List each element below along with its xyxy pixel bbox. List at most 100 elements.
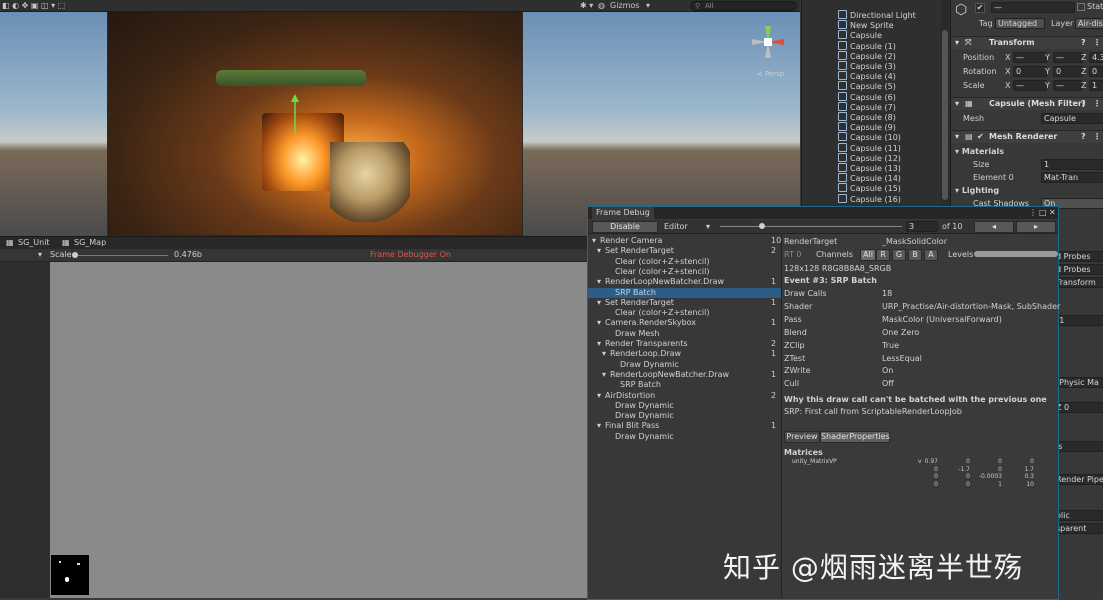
hierarchy-item[interactable]: Capsule (14) bbox=[838, 173, 901, 183]
hierarchy-item[interactable]: New Sprite bbox=[838, 20, 894, 30]
foldout-arrow-icon[interactable]: ▾ bbox=[597, 246, 601, 256]
settings-icon[interactable]: ⋮ bbox=[1093, 98, 1101, 110]
foldout-arrow-icon[interactable]: ▾ bbox=[597, 421, 601, 431]
hierarchy-item[interactable]: Capsule (15) bbox=[838, 183, 901, 193]
scl-x-field[interactable]: — bbox=[1013, 80, 1047, 91]
mesh-field[interactable]: Capsule bbox=[1041, 113, 1103, 124]
hierarchy-item[interactable]: Capsule (11) bbox=[838, 142, 901, 153]
draw-event-row[interactable]: SRP Batch bbox=[588, 287, 781, 298]
prev-frame-button[interactable]: ◂ bbox=[974, 221, 1014, 233]
pos-z-field[interactable]: 4.3 bbox=[1089, 52, 1103, 63]
pos-x-field[interactable]: — bbox=[1013, 52, 1047, 63]
foldout-arrow-icon[interactable]: ▾ bbox=[597, 339, 601, 349]
static-checkbox[interactable] bbox=[1077, 3, 1085, 11]
draw-event-row[interactable]: ▾ AirDistortion bbox=[588, 391, 781, 401]
tag-dropdown[interactable]: Untagged bbox=[995, 18, 1045, 29]
scale-slider-handle[interactable] bbox=[72, 252, 78, 258]
hierarchy-panel[interactable]: Directional Light New Sprite Capsule Capsul… bbox=[801, 0, 950, 207]
settings-icon[interactable]: ⋮ bbox=[1093, 37, 1101, 49]
rot-z-field[interactable]: 0 bbox=[1089, 66, 1103, 77]
shader-properties-tab[interactable]: ShaderProperties bbox=[820, 431, 890, 443]
inspector-field[interactable]: olic bbox=[1053, 510, 1103, 521]
layer-dropdown[interactable]: Air-dist bbox=[1075, 18, 1103, 29]
draw-event-row[interactable]: ▾ Camera.RenderSkybox bbox=[588, 318, 781, 328]
hierarchy-item[interactable]: Capsule (1) bbox=[838, 40, 896, 51]
hierarchy-item[interactable]: Capsule (8) bbox=[838, 112, 896, 122]
levels-slider[interactable] bbox=[974, 251, 1058, 257]
transform-header[interactable]: ▾ ⤧ Transform ? ⋮ bbox=[951, 36, 1103, 49]
tab-sg-unit[interactable]: SG_Unit bbox=[18, 237, 50, 249]
materials-foldout[interactable]: ▾ Materials bbox=[955, 147, 1004, 157]
frame-slider-handle[interactable] bbox=[759, 223, 765, 229]
inspector-field[interactable]: Render Pipel bbox=[1053, 474, 1103, 485]
scale-slider[interactable] bbox=[72, 255, 168, 256]
draw-event-row[interactable]: Clear (color+Z+stencil) bbox=[588, 257, 781, 267]
hierarchy-item[interactable]: Capsule (9) bbox=[838, 122, 896, 132]
hierarchy-item[interactable]: Capsule (4) bbox=[838, 71, 896, 81]
gizmos-dropdown[interactable]: Gizmos bbox=[610, 0, 639, 11]
toolbar-tools-icon[interactable]: ✱ ▾ bbox=[580, 0, 593, 11]
frame-debugger-window[interactable]: Frame Debug ⋮ □ ✕ Disable Editor ▾ 3 of … bbox=[587, 206, 1062, 600]
display-dropdown-chevron-icon[interactable]: ▾ bbox=[38, 249, 42, 261]
rot-y-field[interactable]: 0 bbox=[1053, 66, 1083, 77]
hierarchy-item[interactable]: Capsule (12) bbox=[838, 152, 901, 163]
mesh-renderer-enabled-checkbox[interactable]: ✔ bbox=[977, 131, 984, 143]
draw-event-row[interactable]: ▾ Set RenderTarget bbox=[588, 246, 781, 256]
hierarchy-item[interactable]: Capsule (10) bbox=[838, 132, 901, 142]
hierarchy-item[interactable]: Capsule (13) bbox=[838, 163, 901, 173]
foldout-arrow-icon[interactable]: ▾ bbox=[597, 277, 601, 287]
foldout-arrow-icon[interactable]: ▾ bbox=[597, 391, 601, 401]
channel-button[interactable]: All bbox=[860, 249, 876, 261]
inspector-field[interactable]: d Probes bbox=[1053, 264, 1103, 275]
close-icon[interactable]: ✕ bbox=[1049, 207, 1056, 219]
scene-view[interactable]: < Persp ◧ ◐ ✥ ▣ ◫ ▾ ⬚ ✱ ▾ ◍ Gizmos ▾ ⚲ A… bbox=[0, 0, 800, 236]
foldout-arrow-icon[interactable]: ▾ bbox=[955, 131, 959, 143]
draw-event-row[interactable]: ▾ RenderLoop.Draw bbox=[588, 349, 781, 359]
rot-x-field[interactable]: 0 bbox=[1013, 66, 1047, 77]
frame-slider[interactable] bbox=[720, 226, 902, 227]
hierarchy-scrollbar[interactable] bbox=[941, 0, 949, 207]
gizmos-chevron-down-icon[interactable]: ▾ bbox=[646, 0, 650, 11]
foldout-arrow-icon[interactable]: ▾ bbox=[602, 349, 606, 359]
hierarchy-item[interactable]: Capsule (7) bbox=[838, 101, 896, 112]
draw-event-row[interactable]: SRP Batch bbox=[588, 380, 781, 390]
frame-index-field[interactable]: 3 bbox=[906, 221, 938, 232]
name-field[interactable]: — bbox=[991, 2, 1075, 13]
draw-event-row[interactable]: Draw Dynamic bbox=[588, 360, 781, 370]
window-menu-icon[interactable]: ⋮ bbox=[1029, 207, 1037, 219]
frame-debugger-titlebar[interactable]: Frame Debug ⋮ □ ✕ bbox=[588, 207, 1058, 219]
draw-event-row[interactable]: Clear (color+Z+stencil) bbox=[588, 267, 781, 277]
inspector-field[interactable]: is bbox=[1053, 441, 1103, 452]
help-icon[interactable]: ? bbox=[1081, 131, 1086, 143]
foldout-arrow-icon[interactable]: ▾ bbox=[592, 236, 596, 246]
draw-event-row[interactable]: Clear (color+Z+stencil) bbox=[588, 308, 781, 318]
editor-dropdown[interactable]: Editor bbox=[664, 220, 688, 233]
draw-event-tree[interactable]: ▾ Render Camera 10 ▾ Set RenderTarget 2 Clear … bbox=[588, 234, 782, 598]
draw-event-row[interactable]: Draw Dynamic bbox=[588, 411, 781, 421]
editor-chevron-down-icon[interactable]: ▾ bbox=[706, 220, 710, 233]
maximize-icon[interactable]: □ bbox=[1039, 207, 1047, 219]
draw-event-row[interactable]: ▾ Render Camera bbox=[588, 236, 781, 246]
hierarchy-item[interactable]: Capsule (2) bbox=[838, 50, 896, 61]
hierarchy-item[interactable]: Capsule (16) bbox=[838, 193, 901, 204]
lighting-foldout[interactable]: ▾ Lighting bbox=[955, 186, 999, 196]
hierarchy-item[interactable]: Capsule (3) bbox=[838, 61, 896, 71]
hierarchy-item[interactable]: Directional Light bbox=[838, 10, 916, 20]
tab-sg-map[interactable]: SG_Map bbox=[74, 237, 106, 249]
channel-button[interactable]: R bbox=[876, 249, 890, 261]
channel-button[interactable]: B bbox=[908, 249, 922, 261]
hierarchy-item[interactable]: Capsule (5) bbox=[838, 81, 896, 91]
help-icon[interactable]: ? bbox=[1081, 37, 1086, 49]
draw-event-row[interactable]: Draw Dynamic bbox=[588, 432, 781, 442]
inspector-field[interactable]: d Probes bbox=[1053, 251, 1103, 262]
gizmos-icon[interactable]: ◍ bbox=[598, 0, 605, 11]
disable-button[interactable]: Disable bbox=[592, 221, 658, 233]
draw-event-row[interactable]: ▾ Final Blit Pass bbox=[588, 421, 781, 431]
toolbar-icons-left[interactable]: ◧ ◐ ✥ ▣ ◫ ▾ ⬚ bbox=[2, 0, 65, 11]
help-icon[interactable]: ? bbox=[1081, 98, 1086, 110]
foldout-arrow-icon[interactable]: ▾ bbox=[955, 37, 959, 49]
hierarchy-scroll-thumb[interactable] bbox=[942, 30, 948, 200]
channel-button[interactable]: A bbox=[924, 249, 938, 261]
scene-search-input[interactable]: ⚲ All bbox=[690, 1, 797, 11]
mesh-filter-header[interactable]: ▾ ▦ Capsule (Mesh Filter) ? ⋮ bbox=[951, 97, 1103, 110]
